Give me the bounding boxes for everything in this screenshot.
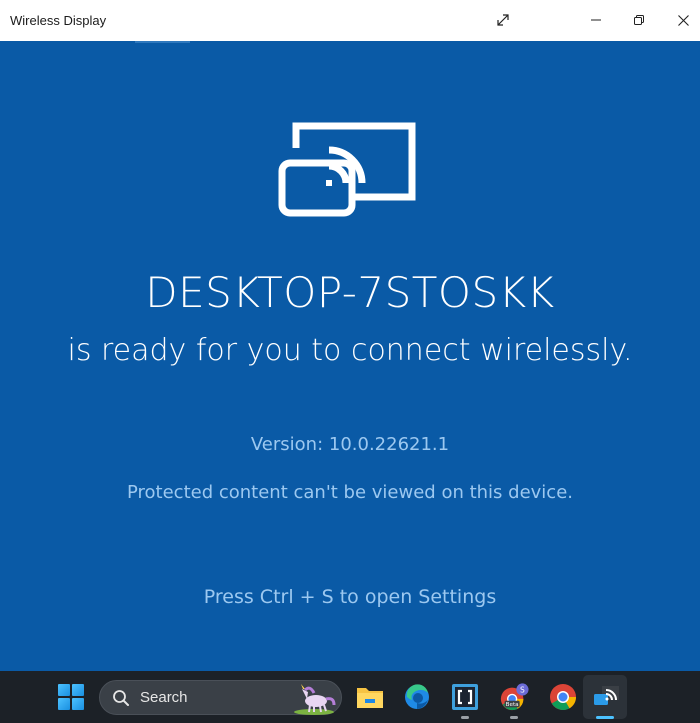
cast-to-device-icon [278, 122, 416, 217]
windows-start-icon [58, 684, 70, 696]
version-label: Version: 10.0.22621.1 [250, 434, 450, 455]
folder-icon [357, 688, 383, 708]
expand-button[interactable] [489, 6, 517, 34]
svg-text:S: S [520, 685, 525, 694]
chrome-icon [550, 684, 577, 711]
unicorn-icon [294, 684, 336, 715]
protected-content-notice: Protected content can't be viewed on thi… [126, 482, 573, 503]
settings-hint: Press Ctrl + S to open Settings [203, 586, 497, 608]
taskbar-app-edge[interactable] [402, 682, 432, 712]
taskbar-app-chrome[interactable] [548, 682, 578, 712]
restore-icon [634, 15, 644, 25]
search-icon [113, 690, 129, 706]
wireless-display-icon [594, 686, 619, 705]
expand-diagonal-icon [497, 14, 509, 26]
search-placeholder: Search [140, 689, 188, 706]
brackets-icon [452, 684, 478, 710]
windows-start-icon-pane [58, 698, 70, 710]
progress-accent-line [135, 41, 190, 43]
taskbar-app-file-explorer[interactable] [355, 682, 385, 712]
window-title: Wireless Display [10, 13, 107, 28]
taskbar-app-wireless-display[interactable] [591, 682, 621, 712]
device-name: DESKTOP-7STOSKK [145, 268, 555, 317]
taskbar: Search Beta S [0, 671, 700, 723]
ready-message: is ready for you to connect wirelessly. [67, 333, 633, 368]
windows-start-icon-pane [72, 698, 84, 710]
taskbar-search-box[interactable]: Search [99, 680, 342, 715]
active-indicator [596, 716, 614, 719]
chrome-beta-icon: Beta S [500, 683, 529, 711]
running-indicator [461, 716, 469, 719]
minimize-icon [591, 19, 601, 21]
close-button[interactable] [669, 6, 697, 34]
svg-text:Beta: Beta [506, 702, 519, 708]
title-bar: Wireless Display [0, 0, 700, 41]
taskbar-app-chrome-beta[interactable]: Beta S [499, 682, 529, 712]
edge-icon [405, 684, 429, 709]
minimize-button[interactable] [582, 6, 610, 34]
close-icon [677, 14, 689, 26]
start-button[interactable] [58, 684, 84, 710]
windows-start-icon-pane [72, 684, 84, 696]
running-indicator [510, 716, 518, 719]
taskbar-app-brackets[interactable] [450, 682, 480, 712]
restore-button[interactable] [625, 6, 653, 34]
